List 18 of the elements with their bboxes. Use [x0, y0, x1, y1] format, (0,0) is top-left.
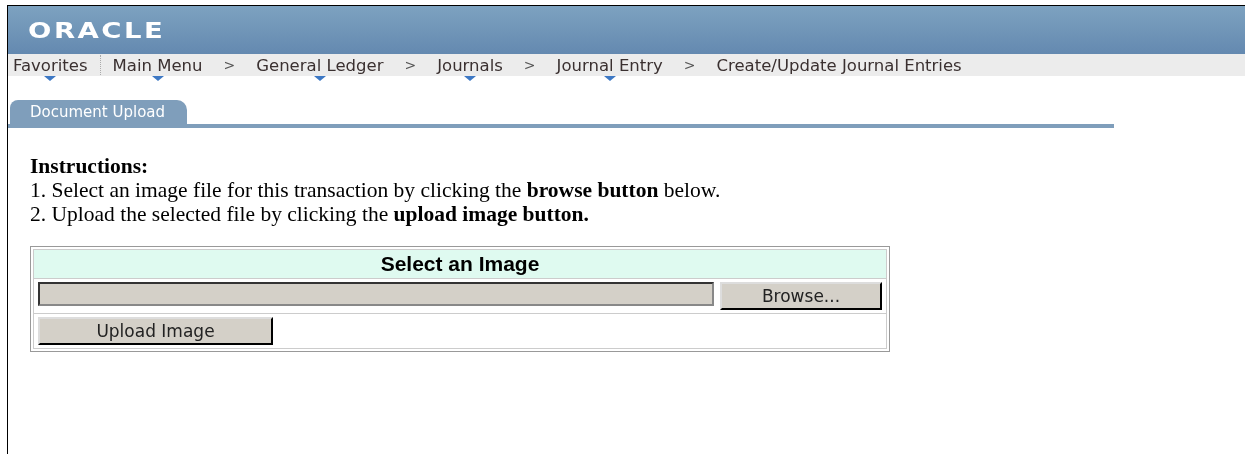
upload-image-button[interactable]: Upload Image: [38, 317, 273, 345]
instruction-step: 1. Select an image file for this transaction by clicking the browse button below.: [30, 178, 1245, 202]
breadcrumb-link[interactable]: Main Menu: [110, 55, 205, 75]
panel-title: Select an Image: [33, 249, 887, 279]
breadcrumb-link[interactable]: Journals: [435, 55, 505, 75]
separator-icon: >: [404, 57, 417, 73]
breadcrumb-link[interactable]: General Ledger: [254, 55, 386, 75]
breadcrumb-link[interactable]: Create/Update Journal Entries: [714, 55, 964, 75]
separator-icon: >: [683, 57, 696, 73]
browse-button[interactable]: Browse...: [720, 282, 882, 310]
oracle-logo: ORACLE: [28, 17, 166, 43]
instructions-heading: Instructions:: [30, 154, 150, 178]
file-path-field[interactable]: [38, 282, 714, 306]
separator-icon: >: [223, 57, 236, 73]
favorites-menu[interactable]: Favorites: [11, 55, 90, 75]
separator-icon: >: [523, 57, 536, 73]
instruction-step: 2. Upload the selected file by clicking the upload image button.: [30, 202, 1245, 226]
breadcrumb-link[interactable]: Journal Entry: [554, 55, 665, 75]
